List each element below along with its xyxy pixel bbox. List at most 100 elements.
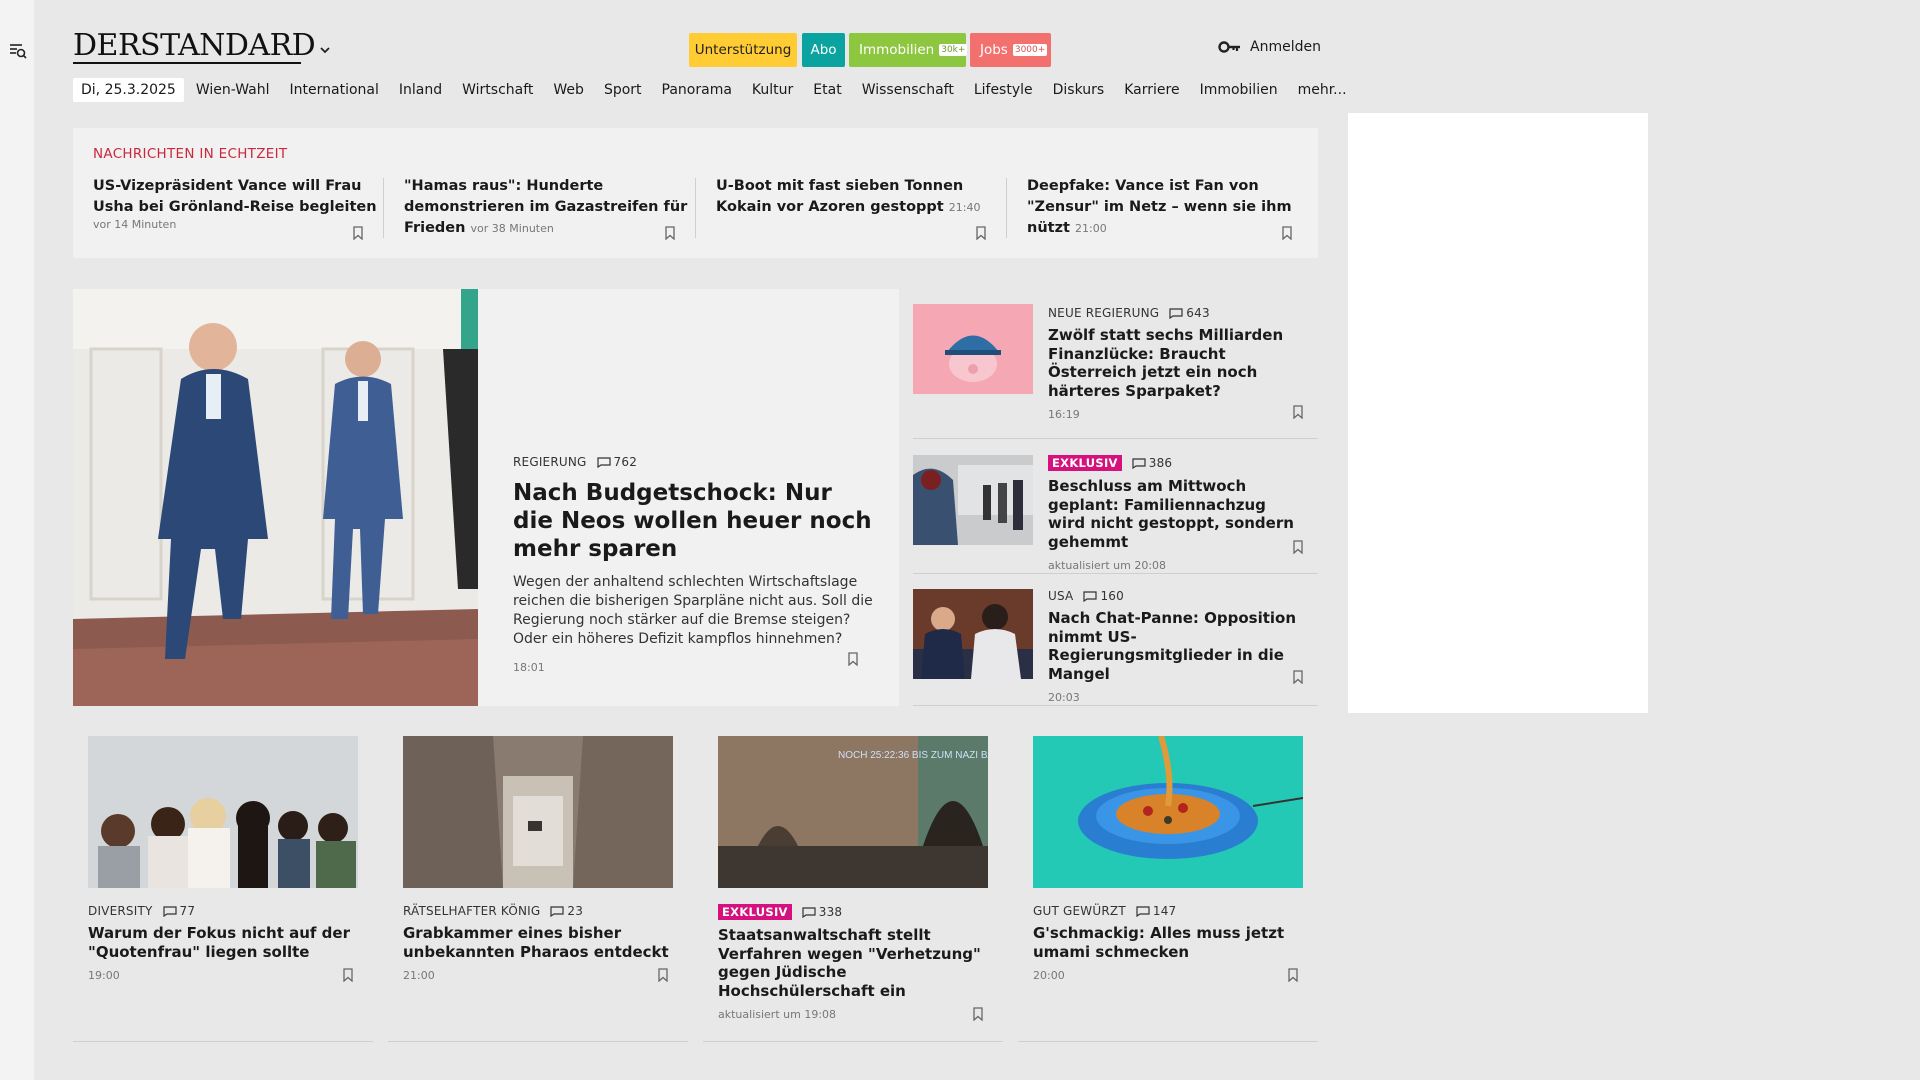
card-headline[interactable]: Warum der Fokus nicht auf der "Quotenfra…	[88, 924, 358, 961]
card-kicker: GUT GEWÜRZT 147	[1033, 904, 1303, 918]
card-time: 21:00	[403, 969, 435, 982]
nav-item-kultur[interactable]: Kultur	[752, 82, 793, 98]
immobilien-button[interactable]: Immobilien 30k+	[849, 33, 968, 67]
ticker-item[interactable]: US-Vizepräsident Vance will Frau Usha be…	[93, 176, 383, 241]
bookmark-icon[interactable]	[658, 968, 668, 982]
side-article-image[interactable]	[913, 304, 1033, 394]
jobs-badge: 3000+	[1012, 44, 1048, 56]
ticker-item[interactable]: "Hamas raus": Hunderte demonstrieren im …	[404, 176, 694, 241]
hero-text: REGIERUNG 762 Nach Budgetschock: Nur die…	[513, 455, 873, 674]
hero-image[interactable]	[73, 289, 478, 706]
ticker-item[interactable]: U-Boot mit fast sieben Tonnen Kokain vor…	[716, 176, 1006, 241]
card-category: DIVERSITY	[88, 904, 153, 918]
side-article[interactable]: USA 160 Nach Chat-Panne: Opposition nimm…	[913, 575, 1318, 706]
piggy-bank-helmet-photo	[913, 304, 1033, 394]
nav-item-sport[interactable]: Sport	[604, 82, 642, 98]
article-card[interactable]: RÄTSELHAFTER KÖNIG 23 Grabkammer eines b…	[388, 736, 688, 1042]
nav-item-immobilien[interactable]: Immobilien	[1200, 82, 1278, 98]
article-card[interactable]: NOCH 25:22:36 BIS ZUM NAZI BALL 2025 EXK…	[703, 736, 1003, 1042]
card-image[interactable]	[403, 736, 673, 888]
jobs-button[interactable]: Jobs 3000+	[970, 33, 1051, 67]
side-comments[interactable]: 643	[1169, 306, 1210, 320]
card-comments[interactable]: 23	[550, 904, 583, 918]
nav-item-etat[interactable]: Etat	[813, 82, 841, 98]
bookmark-icon[interactable]	[1288, 968, 1298, 982]
card-category: RÄTSELHAFTER KÖNIG	[403, 904, 541, 918]
side-headline[interactable]: Zwölf statt sechs Milliarden Finanzlücke…	[1048, 326, 1308, 400]
side-comments[interactable]: 386	[1132, 456, 1173, 470]
bookmark-icon[interactable]	[1293, 540, 1303, 554]
login-button[interactable]: Anmelden	[1218, 39, 1321, 55]
side-headline[interactable]: Nach Chat-Panne: Opposition nimmt US-Reg…	[1048, 609, 1308, 683]
side-headline[interactable]: Beschluss am Mittwoch geplant: Familienn…	[1048, 477, 1308, 551]
live-news-ticker: NACHRICHTEN IN ECHTZEIT US-Vizepräsident…	[73, 128, 1318, 258]
bookmark-icon[interactable]	[353, 226, 363, 240]
abo-label: Abo	[810, 42, 837, 58]
bookmark-icon[interactable]	[1282, 226, 1292, 240]
nav-item-diskurs[interactable]: Diskurs	[1053, 82, 1105, 98]
card-headline[interactable]: Grabkammer eines bisher unbekannten Phar…	[403, 924, 673, 961]
ticker-item[interactable]: Deepfake: Vance ist Fan von "Zensur" im …	[1027, 176, 1317, 241]
ticker-time: vor 14 Minuten	[93, 218, 177, 231]
nav-item-wissenschaft[interactable]: Wissenschaft	[862, 82, 954, 98]
bookmark-icon[interactable]	[973, 1007, 983, 1021]
card-image[interactable]: NOCH 25:22:36 BIS ZUM NAZI BALL 2025	[718, 736, 988, 888]
card-text: GUT GEWÜRZT 147 G'schmackig: Alles muss …	[1033, 904, 1303, 982]
article-card[interactable]: DIVERSITY 77 Warum der Fokus nicht auf d…	[73, 736, 373, 1042]
side-category: USA	[1048, 589, 1074, 603]
nav-item-international[interactable]: International	[290, 82, 379, 98]
abo-button[interactable]: Abo	[802, 33, 845, 67]
ticker-headline: U-Boot mit fast sieben Tonnen Kokain vor…	[716, 178, 964, 215]
bookmark-icon[interactable]	[976, 226, 986, 240]
bookmark-icon[interactable]	[665, 226, 675, 240]
side-time: aktualisiert um 20:08	[1048, 559, 1167, 572]
office-queue-photo	[913, 455, 1033, 545]
nav-item-wien-wahl[interactable]: Wien-Wahl	[196, 82, 270, 98]
side-time: 20:03	[1048, 691, 1080, 704]
bookmark-icon[interactable]	[848, 652, 858, 666]
nav-item-karriere[interactable]: Karriere	[1124, 82, 1179, 98]
side-article-image[interactable]	[913, 589, 1033, 679]
tomb-chamber-photo	[403, 736, 673, 888]
building-projection-photo: NOCH 25:22:36 BIS ZUM NAZI BALL 2025	[718, 736, 988, 888]
nav-item-web[interactable]: Web	[553, 82, 584, 98]
support-button[interactable]: Unterstützung	[689, 33, 797, 67]
nav-item-inland[interactable]: Inland	[399, 82, 442, 98]
card-kicker: DIVERSITY 77	[88, 904, 358, 918]
side-article-image[interactable]	[913, 455, 1033, 545]
hero-headline[interactable]: Nach Budgetschock: Nur die Neos wollen h…	[513, 479, 873, 563]
ticker-divider	[1006, 178, 1007, 238]
hero-article[interactable]: REGIERUNG 762 Nach Budgetschock: Nur die…	[73, 289, 899, 706]
nav-item-panorama[interactable]: Panorama	[662, 82, 732, 98]
exklusiv-badge: EXKLUSIV	[1048, 455, 1122, 471]
bookmark-icon[interactable]	[1293, 670, 1303, 684]
card-comments[interactable]: 147	[1136, 904, 1177, 918]
immobilien-label: Immobilien	[859, 42, 935, 58]
article-card[interactable]: GUT GEWÜRZT 147 G'schmackig: Alles muss …	[1018, 736, 1318, 1042]
card-text: EXKLUSIV 338 Staatsanwaltschaft stellt V…	[718, 904, 988, 1021]
bookmark-icon[interactable]	[1293, 405, 1303, 419]
card-comments[interactable]: 77	[162, 904, 196, 918]
card-headline[interactable]: G'schmackig: Alles muss jetzt umami schm…	[1033, 924, 1303, 961]
side-article[interactable]: EXKLUSIV 386 Beschluss am Mittwoch gepla…	[913, 440, 1318, 574]
comment-icon	[596, 456, 611, 468]
nav-item-more[interactable]: mehr...	[1298, 82, 1347, 98]
chevron-down-icon[interactable]	[318, 43, 332, 57]
hero-teaser: Wegen der anhaltend schlechten Wirtschaf…	[513, 574, 873, 647]
card-headline[interactable]: Staatsanwaltschaft stellt Verfahren wege…	[718, 926, 988, 1000]
card-comments[interactable]: 338	[802, 905, 843, 919]
side-article[interactable]: NEUE REGIERUNG 643 Zwölf statt sechs Mil…	[913, 296, 1318, 439]
exklusiv-badge: EXKLUSIV	[718, 904, 792, 920]
site-logo[interactable]: DERSTANDARD	[73, 28, 316, 63]
menu-search-icon[interactable]	[9, 42, 27, 60]
side-comments[interactable]: 160	[1083, 589, 1124, 603]
card-image[interactable]	[1033, 736, 1303, 888]
ticker-time: 21:40	[948, 201, 981, 214]
hero-comments[interactable]: 762	[596, 455, 638, 469]
comment-icon	[1083, 590, 1098, 602]
card-image[interactable]	[88, 736, 358, 888]
comment-icon	[162, 905, 177, 917]
bookmark-icon[interactable]	[343, 968, 353, 982]
nav-item-wirtschaft[interactable]: Wirtschaft	[462, 82, 533, 98]
nav-item-lifestyle[interactable]: Lifestyle	[974, 82, 1033, 98]
